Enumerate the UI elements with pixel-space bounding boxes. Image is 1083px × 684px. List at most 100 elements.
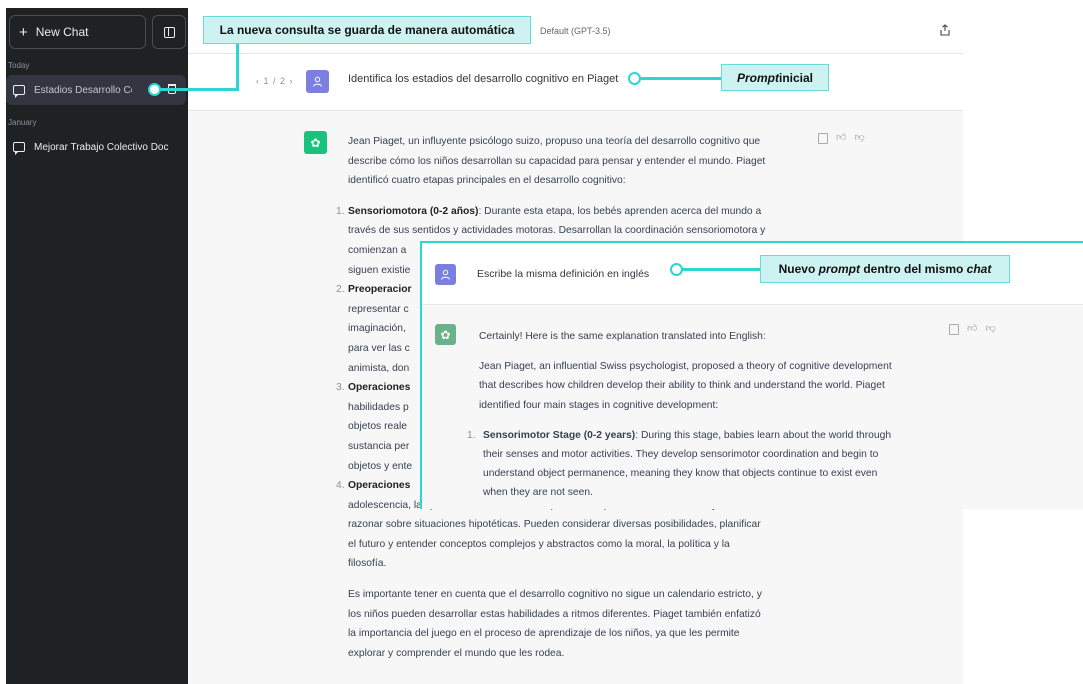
answer-line: representar c bbox=[348, 303, 409, 315]
list-number: 3. bbox=[336, 382, 345, 394]
sidebar: + New Chat Today Estadios Desarrollo Co … bbox=[6, 8, 188, 684]
autosave-connector bbox=[236, 44, 239, 90]
chat-item-label: Estadios Desarrollo Co bbox=[34, 84, 132, 96]
answer-line: explorar y comprender el mundo que les r… bbox=[348, 647, 565, 659]
follow-up-user-text: Escribe la misma definición en inglés bbox=[477, 268, 650, 280]
answer-intro: Jean Piaget, un influyente psicólogo sui… bbox=[348, 132, 824, 191]
new-chat-button[interactable]: + New Chat bbox=[9, 15, 146, 49]
list-number: 4. bbox=[336, 480, 345, 492]
assistant-avatar: ✿ bbox=[435, 324, 456, 345]
chat-item-label: Mejorar Trabajo Colectivo Doc bbox=[34, 141, 169, 153]
callout-text-em: Prompt bbox=[736, 70, 779, 85]
user-icon bbox=[313, 76, 322, 87]
thumbs-down-icon[interactable]: 👎︎ bbox=[985, 324, 995, 335]
sidebar-toggle-icon bbox=[163, 26, 175, 38]
answer-line: Es importante tener en cuenta que el des… bbox=[348, 589, 762, 601]
list-number: 1. bbox=[467, 429, 476, 441]
user-avatar bbox=[306, 70, 329, 93]
share-icon[interactable] bbox=[940, 24, 950, 36]
new-chat-label: New Chat bbox=[35, 25, 89, 39]
chat-bubble-icon bbox=[13, 85, 25, 98]
copy-icon[interactable] bbox=[818, 133, 828, 144]
stage-title: Sensorimotor Stage (0-2 years) bbox=[483, 429, 636, 441]
answer-line: Jean Piaget, an influential Swiss psycho… bbox=[479, 361, 892, 373]
answer-line: identified four main stages in cognitive… bbox=[479, 399, 719, 411]
answer-line: habilidades p bbox=[348, 401, 409, 413]
feedback-buttons: 👍︎ 👎︎ bbox=[949, 324, 996, 335]
answer-closing: Es importante tener en cuenta que el des… bbox=[348, 585, 824, 663]
autosave-connector bbox=[156, 88, 239, 91]
list-number: 2. bbox=[336, 284, 345, 296]
answer-line: objetos reale bbox=[348, 421, 407, 433]
user-message-text: Identifica los estadios del desarrollo c… bbox=[348, 73, 619, 85]
initial-prompt-marker bbox=[628, 72, 641, 85]
callout-text: inicial bbox=[778, 70, 813, 85]
answer-line: describe cómo los niños desarrollan su c… bbox=[348, 155, 766, 167]
initial-prompt-connector bbox=[630, 77, 726, 80]
answer-line: that describes how children develop thei… bbox=[479, 380, 885, 392]
answer-paragraph: Jean Piaget, an influential Swiss psycho… bbox=[479, 357, 934, 415]
group-label-january: January bbox=[8, 118, 37, 127]
answer-line: Jean Piaget, un influyente psicólogo sui… bbox=[348, 136, 761, 147]
callout-text-em: prompt bbox=[818, 262, 860, 276]
callout-text: La nueva consulta se guarda de manera au… bbox=[219, 23, 515, 37]
user-icon bbox=[441, 269, 450, 280]
autosave-marker bbox=[148, 83, 161, 96]
sidebar-chat-item[interactable]: Mejorar Trabajo Colectivo Doc bbox=[6, 132, 186, 162]
thumbs-up-icon[interactable]: 👍︎ bbox=[967, 324, 977, 335]
answer-line: el futuro y entender conceptos complejos… bbox=[348, 538, 730, 550]
new-prompt-marker bbox=[670, 263, 683, 276]
autosave-callout: La nueva consulta se guarda de manera au… bbox=[203, 16, 531, 44]
app-root: + New Chat Today Estadios Desarrollo Co … bbox=[0, 0, 1083, 684]
callout-text-em: chat bbox=[966, 262, 992, 276]
message-pager[interactable]: ‹ 1 / 2 › bbox=[256, 76, 294, 86]
follow-up-assistant-row: ✿ Certainly! Here is the same explanatio… bbox=[422, 306, 1083, 509]
list-item: 1. Sensorimotor Stage (0-2 years): Durin… bbox=[467, 426, 934, 503]
answer-line: identificó cuatro etapas principales en … bbox=[348, 175, 626, 187]
answer-line: los niños pueden desarrollar estas habil… bbox=[348, 608, 761, 620]
answer-line: través de sus sentidos y actividades mot… bbox=[348, 225, 766, 237]
new-prompt-connector bbox=[674, 268, 766, 271]
answer-line: their senses and motor activities. They … bbox=[483, 449, 879, 461]
model-label: Default (GPT-3.5) bbox=[540, 26, 611, 36]
answer-line: la importancia del juego en el proceso d… bbox=[348, 628, 740, 640]
answer-line: understand object permanence, meaning th… bbox=[483, 468, 878, 480]
feedback-buttons: 👍︎ 👎︎ bbox=[818, 133, 865, 144]
user-message-row: ‹ 1 / 2 › Identifica los estadios del de… bbox=[188, 54, 963, 110]
answer-line: objetos y ente bbox=[348, 460, 413, 472]
callout-text: Nuevo bbox=[778, 262, 819, 276]
initial-prompt-callout: Prompt inicial bbox=[721, 64, 829, 91]
openai-logo-icon: ✿ bbox=[310, 135, 321, 150]
user-avatar bbox=[435, 264, 456, 285]
stage-title: Preoperacior bbox=[348, 284, 412, 296]
answer-line: sustancia per bbox=[348, 440, 410, 452]
answer-lead: Certainly! Here is the same explanation … bbox=[479, 331, 766, 342]
answer-line: : During this stage, babies learn about … bbox=[635, 429, 892, 441]
assistant-avatar: ✿ bbox=[304, 131, 327, 154]
chat-bubble-icon bbox=[13, 142, 25, 155]
copy-icon[interactable] bbox=[949, 324, 959, 335]
openai-logo-icon: ✿ bbox=[440, 327, 451, 342]
answer-line: when they are not seen. bbox=[483, 487, 593, 499]
callout-text: dentro del mismo bbox=[859, 262, 967, 276]
group-label-today: Today bbox=[8, 61, 30, 70]
answer-line: comienzan a bbox=[348, 244, 407, 256]
answer-line: para ver las c bbox=[348, 342, 410, 354]
answer-line: animista, don bbox=[348, 362, 410, 374]
stage-title: Sensoriomotora (0-2 años) bbox=[348, 205, 479, 217]
thumbs-down-icon[interactable]: 👎︎ bbox=[854, 133, 864, 144]
toggle-sidebar-button[interactable] bbox=[152, 15, 186, 49]
stages-list-en: 1. Sensorimotor Stage (0-2 years): Durin… bbox=[467, 426, 934, 503]
list-number: 1. bbox=[336, 205, 345, 217]
new-prompt-callout: Nuevo prompt dentro del mismo chat bbox=[760, 255, 1010, 283]
answer-line: siguen existie bbox=[348, 264, 411, 276]
stage-title: Operaciones bbox=[348, 480, 411, 492]
answer-line: filosofía. bbox=[348, 558, 387, 570]
answer-line: imaginación, bbox=[348, 323, 406, 335]
follow-up-answer: Certainly! Here is the same explanation … bbox=[467, 327, 934, 503]
answer-line: : Durante esta etapa, los bebés aprenden… bbox=[478, 205, 762, 217]
plus-icon: + bbox=[19, 23, 28, 41]
answer-line: razonar sobre situaciones hipotéticas. P… bbox=[348, 519, 761, 531]
stage-title: Operaciones bbox=[348, 382, 411, 394]
thumbs-up-icon[interactable]: 👍︎ bbox=[836, 133, 846, 144]
